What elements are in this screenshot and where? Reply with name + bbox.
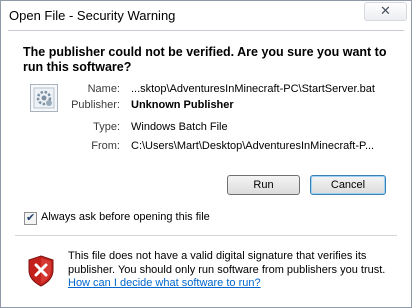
always-ask-checkbox[interactable]: ✔ xyxy=(24,211,37,225)
close-icon: ✕ xyxy=(380,4,391,19)
security-warning-dialog: Open File - Security Warning ✕ The publi… xyxy=(0,0,412,308)
title-bar: Open File - Security Warning ✕ xyxy=(1,1,411,31)
window-title: Open File - Security Warning xyxy=(9,8,176,23)
run-button[interactable]: Run xyxy=(227,175,300,195)
publisher-value: Unknown Publisher xyxy=(131,99,234,111)
section-divider xyxy=(15,235,397,236)
type-label: Type: xyxy=(93,121,120,133)
help-link[interactable]: How can I decide what software to run? xyxy=(68,277,261,289)
from-value: C:\Users\Mart\Desktop\AdventuresInMinecr… xyxy=(131,140,375,152)
publisher-label: Publisher: xyxy=(71,99,120,111)
name-label: Name: xyxy=(87,83,120,95)
type-value: Windows Batch File xyxy=(131,121,228,133)
name-value: ...sktop\AdventuresInMinecraft-PC\StartS… xyxy=(131,83,375,95)
dialog-content: The publisher could not be verified. Are… xyxy=(8,31,404,301)
shield-error-icon xyxy=(28,255,54,287)
cancel-button[interactable]: Cancel xyxy=(310,175,386,195)
from-label: From: xyxy=(91,140,120,152)
always-ask-label[interactable]: Always ask before opening this file xyxy=(41,211,210,223)
warning-text: This file does not have a valid digital … xyxy=(68,250,386,276)
close-button[interactable]: ✕ xyxy=(364,2,407,21)
warning-heading: The publisher could not be verified. Are… xyxy=(23,45,387,74)
check-icon: ✔ xyxy=(26,211,36,224)
